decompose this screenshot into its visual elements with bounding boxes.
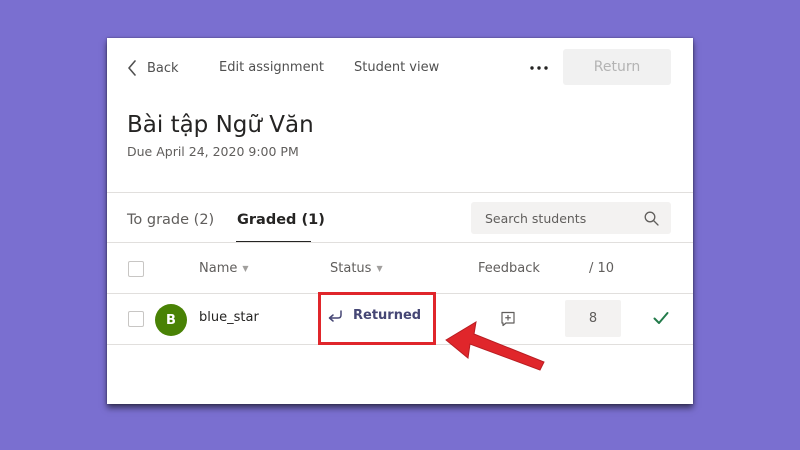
more-options-button[interactable] bbox=[527, 58, 551, 78]
return-button[interactable]: Return bbox=[563, 49, 671, 85]
assignment-panel: Back Edit assignment Student view Return… bbox=[107, 38, 693, 404]
search-input[interactable] bbox=[483, 209, 644, 227]
column-header-status[interactable]: Status ▼ bbox=[330, 260, 383, 278]
red-arrow-icon bbox=[445, 321, 545, 371]
select-all-checkbox[interactable] bbox=[128, 261, 144, 277]
column-name-label: Name bbox=[199, 261, 238, 276]
back-label: Back bbox=[147, 60, 179, 76]
sort-caret-icon: ▼ bbox=[242, 264, 249, 273]
search-icon bbox=[644, 211, 659, 226]
tab-to-grade[interactable]: To grade (2) bbox=[127, 208, 214, 232]
edit-assignment-link[interactable]: Edit assignment bbox=[219, 58, 324, 78]
due-date: Due April 24, 2020 9:00 PM bbox=[127, 144, 299, 159]
sort-caret-icon: ▼ bbox=[376, 264, 383, 273]
highlight-box bbox=[318, 292, 436, 345]
student-view-link[interactable]: Student view bbox=[354, 58, 439, 78]
column-points-label: / 10 bbox=[589, 261, 615, 276]
assignment-title: Bài tập Ngữ Văn bbox=[127, 112, 314, 138]
chevron-left-icon bbox=[128, 60, 136, 76]
header-divider bbox=[107, 192, 693, 193]
column-header-points: / 10 bbox=[589, 260, 614, 278]
row-checkbox[interactable] bbox=[128, 311, 144, 327]
tabs-divider bbox=[107, 242, 693, 243]
tab-graded[interactable]: Graded (1) bbox=[237, 208, 325, 232]
checkmark-icon bbox=[653, 312, 669, 324]
column-header-name[interactable]: Name ▼ bbox=[199, 260, 249, 278]
top-bar: Back Edit assignment Student view Return bbox=[107, 38, 693, 98]
back-button[interactable]: Back bbox=[127, 58, 179, 78]
avatar: B bbox=[155, 304, 187, 336]
student-name[interactable]: blue_star bbox=[199, 310, 259, 325]
search-box[interactable] bbox=[471, 202, 671, 234]
grade-input[interactable]: 8 bbox=[565, 300, 621, 337]
more-horizontal-icon bbox=[530, 66, 548, 70]
column-header-feedback: Feedback bbox=[478, 260, 540, 278]
column-status-label: Status bbox=[330, 261, 372, 276]
column-feedback-label: Feedback bbox=[478, 261, 540, 276]
